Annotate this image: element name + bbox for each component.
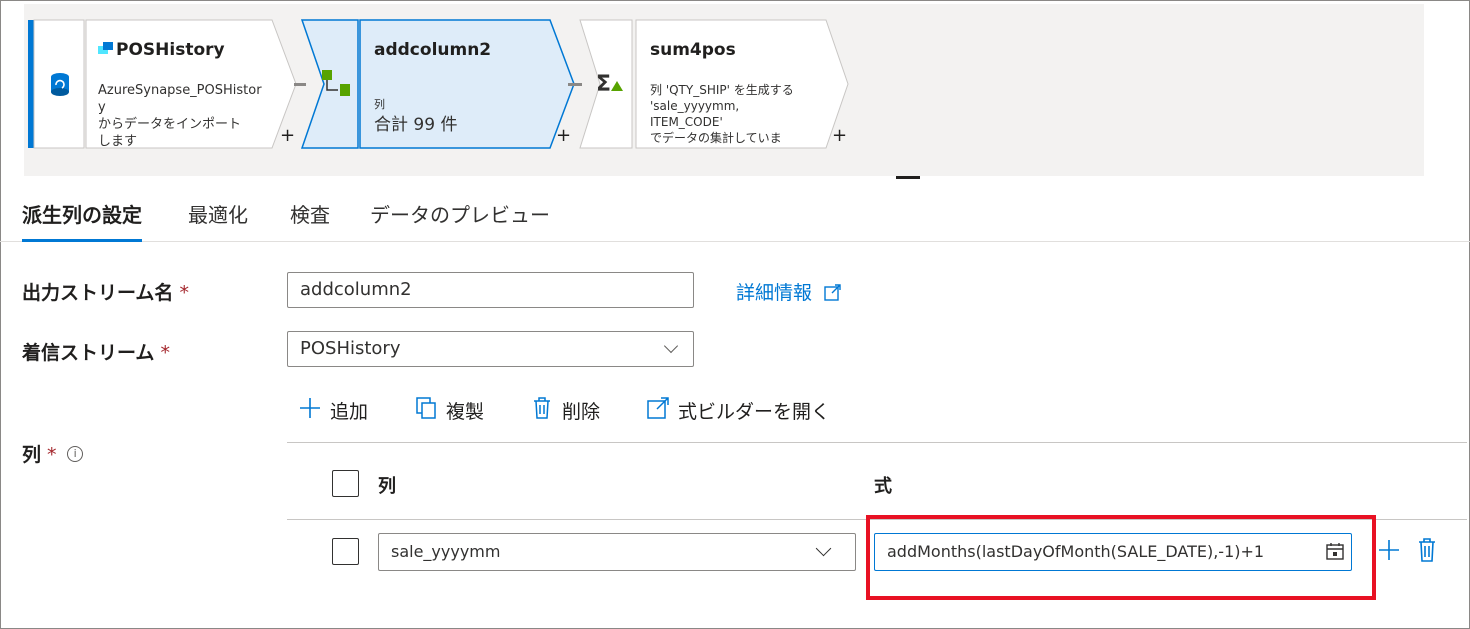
column-name-select[interactable]: sale_yyyymm [378,533,856,571]
duplicate-column-button[interactable]: 複製 [414,394,484,426]
add-label: 追加 [330,400,369,423]
node-title: sum4pos [650,40,736,60]
pipeline-empty-area [852,4,1424,176]
incoming-stream-select[interactable]: POSHistory [287,331,694,367]
select-all-checkbox[interactable] [332,470,359,497]
node-desc-line: 'sale_yyyymm, [650,99,740,113]
output-stream-label-text: 出力ストリーム名 [22,282,174,304]
node-title: addcolumn2 [374,40,492,60]
tab-inspect[interactable]: 検査 [290,196,330,242]
pipeline-node-sum4pos[interactable]: Σ sum4pos 列 'QTY_SHIP' を生成する 'sale_yyyym… [579,19,849,149]
aggregate-icon: Σ [596,72,624,97]
splitter-handle[interactable] [896,176,920,179]
required-mark: * [47,444,57,466]
pipeline-node-poshistory[interactable]: POSHistory AzureSynapse_POSHistor y からデー… [33,19,297,149]
node-desc-line: でデータの集計していま [650,131,782,145]
delete-row-trash-icon[interactable] [1416,537,1438,567]
required-mark: * [160,342,170,364]
open-builder-label: 式ビルダーを開く [678,400,831,423]
open-expression-builder-button[interactable]: 式ビルダーを開く [646,394,830,426]
pipeline-node-addcolumn2[interactable]: addcolumn2 列 合計 99 件 [300,19,575,149]
tab-bar: 派生列の設定 最適化 検査 データのプレビュー [0,196,1470,242]
tab-data-preview[interactable]: データのプレビュー [370,196,550,242]
columns-label-text: 列 [22,444,42,466]
add-after-sum4pos-button[interactable]: + [832,125,847,146]
node-description: AzureSynapse_POSHistor y からデータをインポート します [98,82,278,146]
node-description: 列 'QTY_SHIP' を生成する 'sale_yyyymm, ITEM_CO… [650,82,830,146]
node-summary: 合計 99 件 [374,115,458,135]
incoming-stream-value: POSHistory [300,338,401,359]
duplicate-label: 複製 [446,400,485,423]
incoming-stream-label: 着信ストリーム * [22,338,170,365]
node-small-label: 列 [374,98,385,111]
node-desc-line: からデータをインポート [98,117,242,132]
grid-top-divider [287,442,1467,443]
column-header-expression: 式 [874,476,892,497]
details-link[interactable]: 詳細情報 [736,278,841,306]
column-name-value: sale_yyyymm [391,542,501,561]
delete-label: 削除 [562,400,601,423]
node-desc-line: します [98,134,138,146]
node-desc-line: AzureSynapse_POSHistor [98,83,262,98]
columns-label: 列 * i [22,440,84,467]
column-header-name: 列 [378,476,396,497]
node-desc-line: 列 'QTY_SHIP' を生成する [650,83,794,97]
delete-column-button[interactable]: 削除 [530,394,600,426]
details-link-text: 詳細情報 [736,282,813,304]
add-column-button[interactable]: 追加 [298,394,368,426]
node-desc-line: ITEM_CODE' [650,115,723,129]
highlight-box [866,515,1376,600]
node-desc-line: y [98,100,106,115]
add-after-poshistory-button[interactable]: + [280,125,295,146]
add-after-addcolumn2-button[interactable]: + [556,125,571,146]
trash-icon [530,396,562,425]
row-checkbox[interactable] [332,538,359,565]
copy-icon [414,396,446,425]
tab-optimize[interactable]: 最適化 [188,196,248,242]
info-icon[interactable]: i [67,446,84,462]
external-link-icon [646,396,678,425]
incoming-stream-label-text: 着信ストリーム [22,342,155,364]
add-row-plus-icon[interactable] [1378,539,1400,565]
external-link-icon [824,284,841,306]
output-stream-name-input[interactable]: addcolumn2 [287,272,694,308]
plus-icon [298,396,330,425]
output-stream-label: 出力ストリーム名 * [22,278,189,305]
node-title: POSHistory [116,40,225,60]
required-mark: * [179,282,189,304]
tab-derived-column-settings[interactable]: 派生列の設定 [22,196,142,242]
